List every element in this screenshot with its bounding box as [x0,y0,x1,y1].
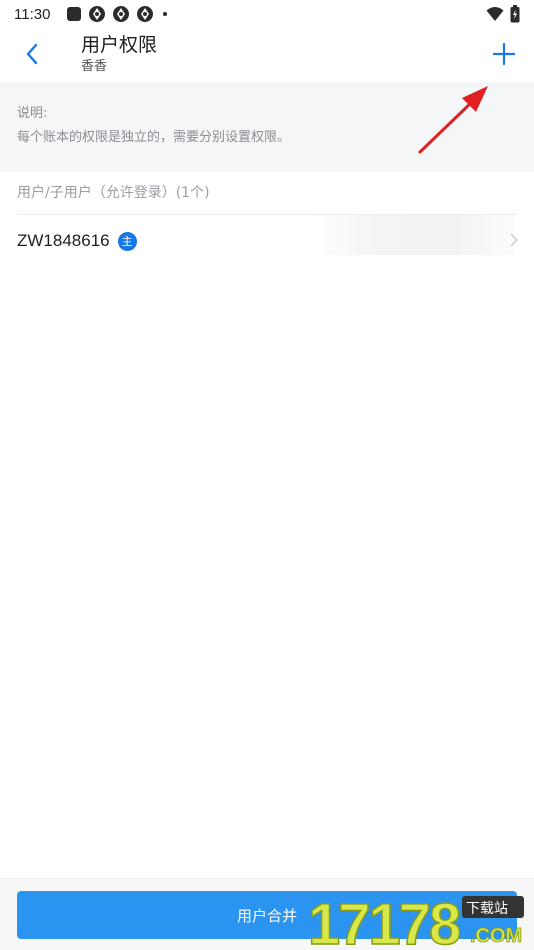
dot-icon [163,12,168,16]
owner-badge: 主 [117,231,137,251]
section-header: 用户/子用户（允许登录）(1个) [17,185,210,201]
plus-icon [493,43,515,65]
user-name: ZW1848616 [17,231,110,250]
status-bar: 11:30 [0,0,534,28]
aperture-icon [89,6,106,22]
back-button[interactable] [14,36,50,72]
square-icon [67,7,82,21]
annotation-arrow-icon [418,86,488,154]
redacted-area [315,215,515,255]
status-right [486,5,520,23]
chevron-right-icon [510,233,518,247]
title-block: 用户权限 香香 [81,33,157,76]
add-user-button[interactable] [486,36,522,72]
merge-users-button[interactable]: 用户合并 [17,891,517,939]
status-time: 11:30 [14,5,51,23]
user-row[interactable]: ZW1848616 主 [0,215,534,267]
page-subtitle: 香香 [81,59,108,74]
bottom-bar: 用户合并 [0,878,534,950]
aperture-icon [113,6,130,22]
wifi-icon [486,7,504,21]
aperture-icon [137,6,154,22]
app-bar: 用户权限 香香 [0,28,534,82]
chevron-left-icon [26,43,38,65]
page-title: 用户权限 [81,34,158,56]
status-icons [66,5,170,23]
battery-icon [510,5,520,23]
